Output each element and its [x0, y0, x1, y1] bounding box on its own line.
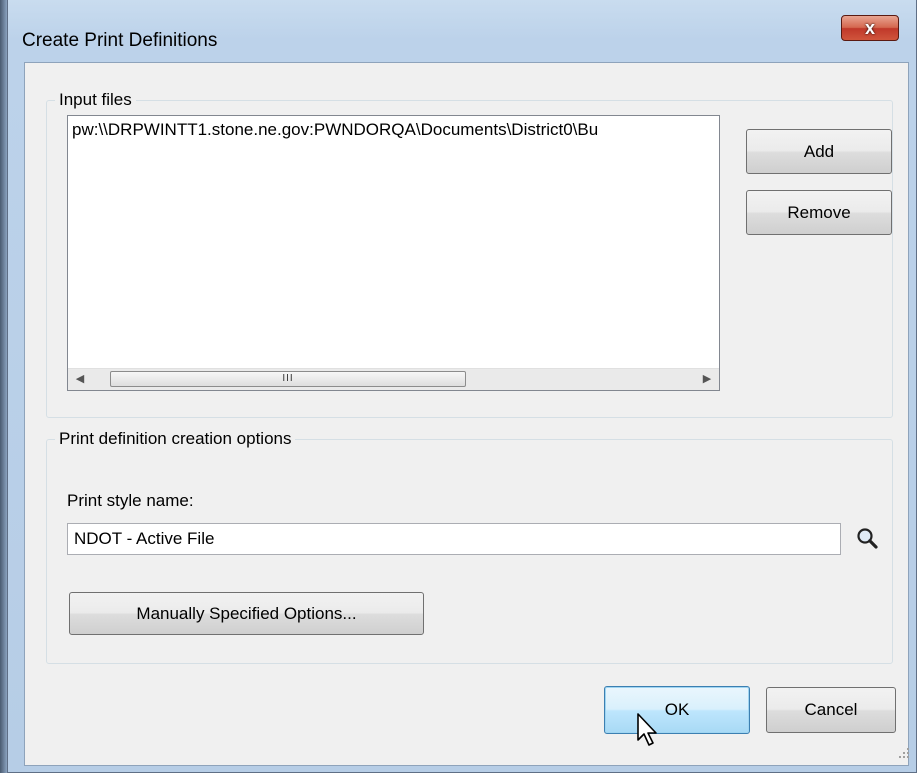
horizontal-scrollbar[interactable]: ◀ III ▶ [68, 368, 719, 390]
window-right-edge [917, 0, 924, 773]
dialog-window: Create Print Definitions x Input files p… [7, 0, 917, 773]
print-style-name-label: Print style name: [67, 491, 194, 510]
cancel-button[interactable]: Cancel [766, 687, 896, 733]
close-button[interactable]: x [841, 15, 899, 41]
scroll-thumb-grip: III [282, 373, 294, 384]
mouse-pointer-icon [637, 713, 657, 746]
input-files-label: Input files [55, 90, 136, 110]
scroll-left-arrow-icon[interactable]: ◀ [70, 372, 90, 385]
manually-specified-options-button[interactable]: Manually Specified Options... [69, 592, 424, 635]
add-button[interactable]: Add [746, 129, 892, 174]
print-style-name-input[interactable]: NDOT - Active File [67, 523, 841, 555]
input-files-list[interactable]: pw:\\DRPWINTT1.stone.ne.gov:PWNDORQA\Doc… [67, 115, 720, 391]
dialog-client-area: Input files pw:\\DRPWINTT1.stone.ne.gov:… [24, 62, 909, 766]
resize-grip-icon[interactable] [898, 747, 910, 759]
scroll-right-arrow-icon[interactable]: ▶ [697, 372, 717, 385]
scroll-thumb[interactable]: III [110, 371, 466, 387]
search-icon[interactable] [855, 526, 881, 552]
close-icon: x [864, 18, 875, 38]
list-item[interactable]: pw:\\DRPWINTT1.stone.ne.gov:PWNDORQA\Doc… [72, 120, 598, 140]
window-left-edge [0, 0, 7, 773]
ok-button[interactable]: OK [604, 686, 750, 734]
creation-options-label: Print definition creation options [55, 429, 296, 449]
remove-button[interactable]: Remove [746, 190, 892, 235]
window-title: Create Print Definitions [22, 30, 218, 51]
